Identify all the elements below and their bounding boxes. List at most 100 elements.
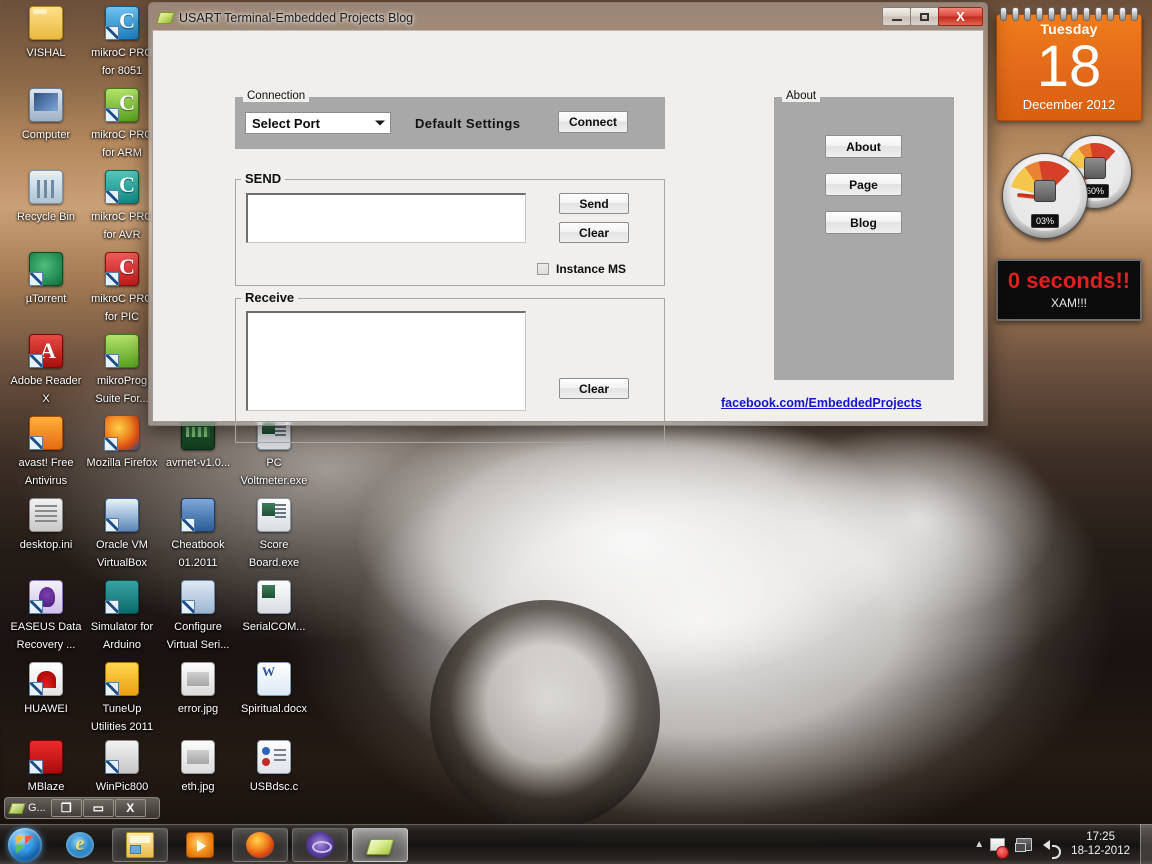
- select-port-value: Select Port: [252, 116, 320, 131]
- taskbar-item-internet-explorer[interactable]: [52, 828, 108, 862]
- calendar-month-year: December 2012: [997, 97, 1141, 112]
- minimize-icon: [892, 19, 902, 21]
- facebook-link[interactable]: facebook.com/EmbeddedProjects: [721, 396, 922, 410]
- close-icon: X: [956, 10, 965, 23]
- desktop-icon-label: Simulator for Arduino: [91, 621, 153, 651]
- instance-ms-checkbox[interactable]: Instance MS: [537, 262, 626, 276]
- collapsed-restore-button[interactable]: ❐: [51, 799, 82, 817]
- desktop-icon-virtualbox[interactable]: Oracle VM VirtualBox: [84, 498, 160, 571]
- show-hidden-icons-button[interactable]: ▲: [971, 839, 987, 850]
- windows-media-player-icon: [186, 832, 214, 858]
- page-button[interactable]: Page: [825, 173, 902, 196]
- internet-explorer-icon: [66, 832, 94, 858]
- window-titlebar[interactable]: USART Terminal-Embedded Projects Blog X: [152, 6, 984, 30]
- desktop-icon-utorrent[interactable]: µTorrent: [8, 252, 84, 307]
- connect-button[interactable]: Connect: [558, 111, 628, 133]
- desktop-icon-user-folder[interactable]: VISHAL: [8, 6, 84, 61]
- desktop-icon-label: avrnet-v1.0...: [166, 457, 230, 469]
- desktop-icon-label: VISHAL: [26, 47, 65, 59]
- receive-textarea[interactable]: [246, 311, 526, 411]
- volume-icon[interactable]: [1042, 835, 1062, 853]
- desktop-icon-easeus[interactable]: EASEUS Data Recovery ...: [8, 580, 84, 653]
- desktop-icon-adobe-reader[interactable]: Adobe Reader X: [8, 334, 84, 407]
- clear-send-button[interactable]: Clear: [559, 222, 629, 243]
- desktop-icon-tuneup-utilities[interactable]: TuneUp Utilities 2011: [84, 662, 160, 735]
- send-button[interactable]: Send: [559, 193, 629, 214]
- desktop-icon-huawei[interactable]: HUAWEI: [8, 662, 84, 717]
- wallpaper-car-wheel: [430, 600, 660, 830]
- send-textarea[interactable]: [246, 193, 526, 243]
- taskbar-item-windows-media-player[interactable]: [172, 828, 228, 862]
- receive-groupbox: Receive Clear: [235, 298, 665, 443]
- c-source-file-icon: [257, 740, 291, 774]
- taskbar-item-mikroelektronika[interactable]: [292, 828, 348, 862]
- clear-receive-button[interactable]: Clear: [559, 378, 629, 399]
- taskbar[interactable]: ▲ 17:25 18-12-2012: [0, 824, 1152, 864]
- score-board-icon: [257, 498, 291, 532]
- window-controls: X: [883, 7, 983, 26]
- user-folder-icon: [29, 6, 63, 40]
- about-button[interactable]: About: [825, 135, 902, 158]
- taskbar-item-usart-terminal[interactable]: [352, 828, 408, 862]
- desktop[interactable]: VISHAL CmikroC PRO for 8051Computer Cmikro…: [0, 0, 1152, 864]
- desktop-icon-word-document[interactable]: Spiritual.docx: [236, 662, 312, 717]
- desktop-icon-computer[interactable]: Computer: [8, 88, 84, 143]
- window-client-area: Connection Select Port Default Settings …: [152, 30, 984, 422]
- select-port-dropdown[interactable]: Select Port: [245, 112, 391, 134]
- desktop-icon-recycle-bin[interactable]: Recycle Bin: [8, 170, 84, 225]
- action-center-flag-icon[interactable]: [990, 835, 1010, 853]
- blog-button[interactable]: Blog: [825, 211, 902, 234]
- minimize-button[interactable]: [882, 7, 911, 26]
- desktop-icon-mblaze[interactable]: MBlaze: [8, 740, 84, 795]
- system-meter-gadget[interactable]: 60% 03%: [996, 135, 1142, 245]
- start-button[interactable]: [2, 827, 48, 863]
- desktop-icon-score-board[interactable]: Score Board.exe: [236, 498, 312, 571]
- desktop-icon-label: MBlaze: [28, 781, 65, 793]
- maximize-button[interactable]: [910, 7, 939, 26]
- virtualbox-icon: [105, 498, 139, 532]
- desktop-icon-label: mikroC PRO for PIC: [91, 293, 153, 323]
- taskbar-item-windows-explorer[interactable]: [112, 828, 168, 862]
- cheatbook-icon: [181, 498, 215, 532]
- cpu-percent-label: 03%: [1031, 214, 1059, 228]
- desktop-icon-label: mikroC PRO for 8051: [91, 47, 153, 77]
- desktop-icon-c-source-file[interactable]: USBdsc.c: [236, 740, 312, 795]
- mikroc-letter-icon: C: [119, 8, 135, 34]
- desktop-icon-winpic800[interactable]: WinPic800: [84, 740, 160, 795]
- clock[interactable]: 17:25 18-12-2012: [1071, 830, 1130, 858]
- countdown-timer-gadget[interactable]: 0 seconds!! XAM!!!: [996, 259, 1142, 321]
- collapsed-maximize-button[interactable]: ▭: [83, 799, 114, 817]
- calendar-gadget[interactable]: Tuesday 18 December 2012: [996, 14, 1142, 121]
- desktop-icon-label: SerialCOM...: [243, 621, 306, 633]
- desktop-icon-configure-virtual-serial[interactable]: Configure Virtual Seri...: [160, 580, 236, 653]
- network-icon[interactable]: [1016, 835, 1036, 853]
- calendar-day: 18: [997, 39, 1141, 95]
- usart-terminal-window[interactable]: USART Terminal-Embedded Projects Blog X …: [148, 2, 988, 426]
- configure-virtual-serial-icon: [181, 580, 215, 614]
- desktop-icon-label: mikroC PRO for AVR: [91, 211, 153, 241]
- wallpaper-car: [300, 400, 1060, 820]
- desktop-icon-label: PC Voltmeter.exe: [241, 457, 308, 487]
- desktop-icon-cheatbook[interactable]: Cheatbook 01.2011: [160, 498, 236, 571]
- desktop-icon-ini-file[interactable]: desktop.ini: [8, 498, 84, 553]
- usart-terminal-icon: [366, 839, 395, 855]
- desktop-icon-avast[interactable]: avast! Free Antivirus: [8, 416, 84, 489]
- show-desktop-button[interactable]: [1140, 824, 1152, 864]
- collapsed-close-button[interactable]: X: [115, 799, 146, 817]
- mikroc-arm-icon: C: [105, 88, 139, 122]
- desktop-icon-label: Mozilla Firefox: [87, 457, 158, 469]
- desktop-icon-label: avast! Free Antivirus: [18, 457, 73, 487]
- connection-groupbox: Connection Select Port Default Settings …: [235, 97, 665, 149]
- send-groupbox: SEND Send Clear Instance MS: [235, 179, 665, 286]
- cpu-meter[interactable]: 03%: [1002, 153, 1088, 239]
- collapsed-window[interactable]: G... ❐ ▭ X: [4, 797, 160, 819]
- mikroprog-suite-icon: [105, 334, 139, 368]
- close-button[interactable]: X: [938, 7, 983, 26]
- taskbar-item-mozilla-firefox[interactable]: [232, 828, 288, 862]
- firefox-icon: [105, 416, 139, 450]
- desktop-icon-image-file[interactable]: error.jpg: [160, 662, 236, 717]
- desktop-icon-image-file[interactable]: eth.jpg: [160, 740, 236, 795]
- desktop-icon-serialcom[interactable]: SerialCOM...: [236, 580, 312, 635]
- desktop-icon-arduino-simulator[interactable]: Simulator for Arduino: [84, 580, 160, 653]
- receive-groupbox-title: Receive: [241, 290, 298, 305]
